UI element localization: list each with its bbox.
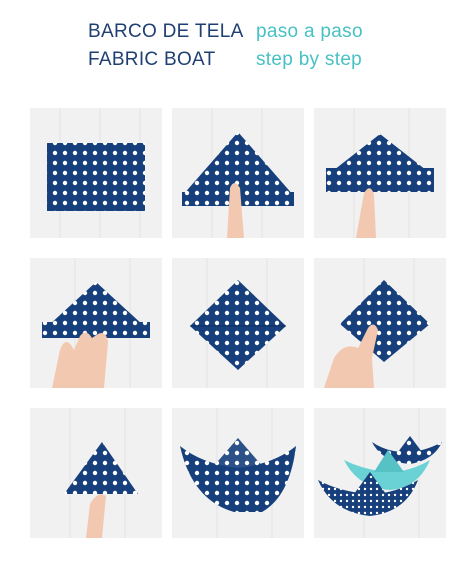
step-6-panel [314,258,446,388]
title-spanish-sub: paso a paso [256,21,363,42]
step-7-panel [30,408,162,538]
step-2-panel [172,108,304,238]
title-block: BARCO DE TELA paso a paso FABRIC BOAT st… [0,20,474,80]
step-9-panel [314,408,446,538]
title-english-main: FABRIC BOAT [88,49,216,70]
title-spanish-main: BARCO DE TELA [88,21,244,42]
step-5-panel [172,258,304,388]
step-8-panel [172,408,304,538]
step-1-panel [30,108,162,238]
step-3-panel [314,108,446,238]
step-4-panel [30,258,162,388]
title-english-sub: step by step [256,49,363,70]
flat-fabric-rectangle-icon [47,143,145,211]
